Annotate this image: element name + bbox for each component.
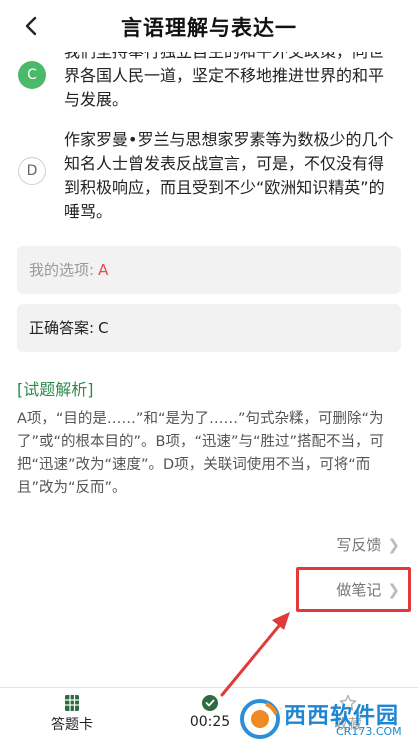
correct-answer-value: C [98,319,109,337]
my-answer-value: A [98,261,109,279]
option-letter-d: D [18,157,46,185]
watermark-domain: CR173.COM [336,725,402,738]
option-d-text: 作家罗曼•罗兰与思想家罗素等为数极少的几个知名人士曾发表反战宣言，可是，不仅没有… [64,130,394,221]
timer-value: 00:25 [189,714,231,730]
watermark-logo: 西西软件园 CR173.COM [236,692,418,743]
my-answer-label: 我的选项: [29,261,95,279]
feedback-link[interactable]: 写反馈 ❯ [336,534,400,555]
correct-answer-box: 正确答案: C [17,304,401,352]
my-answer-box: 我的选项: A [17,246,401,294]
clock-icon [202,695,218,711]
timer-tab[interactable]: 00:25 [180,694,240,730]
analysis-body: A项，“目的是……”和“是为了……”句式杂糅，可删除“为了”或“的根本目的”。B… [17,411,385,496]
correct-answer-label: 正确答案: [29,319,95,337]
grid-card-icon [65,695,79,711]
page-title: 言语理解与表达一 [121,16,297,40]
notes-highlight-box [296,567,411,612]
feedback-label: 写反馈 [336,536,382,554]
top-bar: 言语理解与表达一 [0,0,418,52]
chevron-right-icon: ❯ [387,536,400,554]
answer-card-tab[interactable]: 答题卡 [42,694,102,734]
option-d[interactable]: D 作家罗曼•罗兰与思想家罗素等为数极少的几个知名人士曾发表反战宣言，可是，不仅… [18,126,402,221]
option-letter-c: C [18,61,46,89]
answer-card-label: 答题卡 [51,717,93,733]
analysis-heading: [试题解析] [17,380,94,399]
